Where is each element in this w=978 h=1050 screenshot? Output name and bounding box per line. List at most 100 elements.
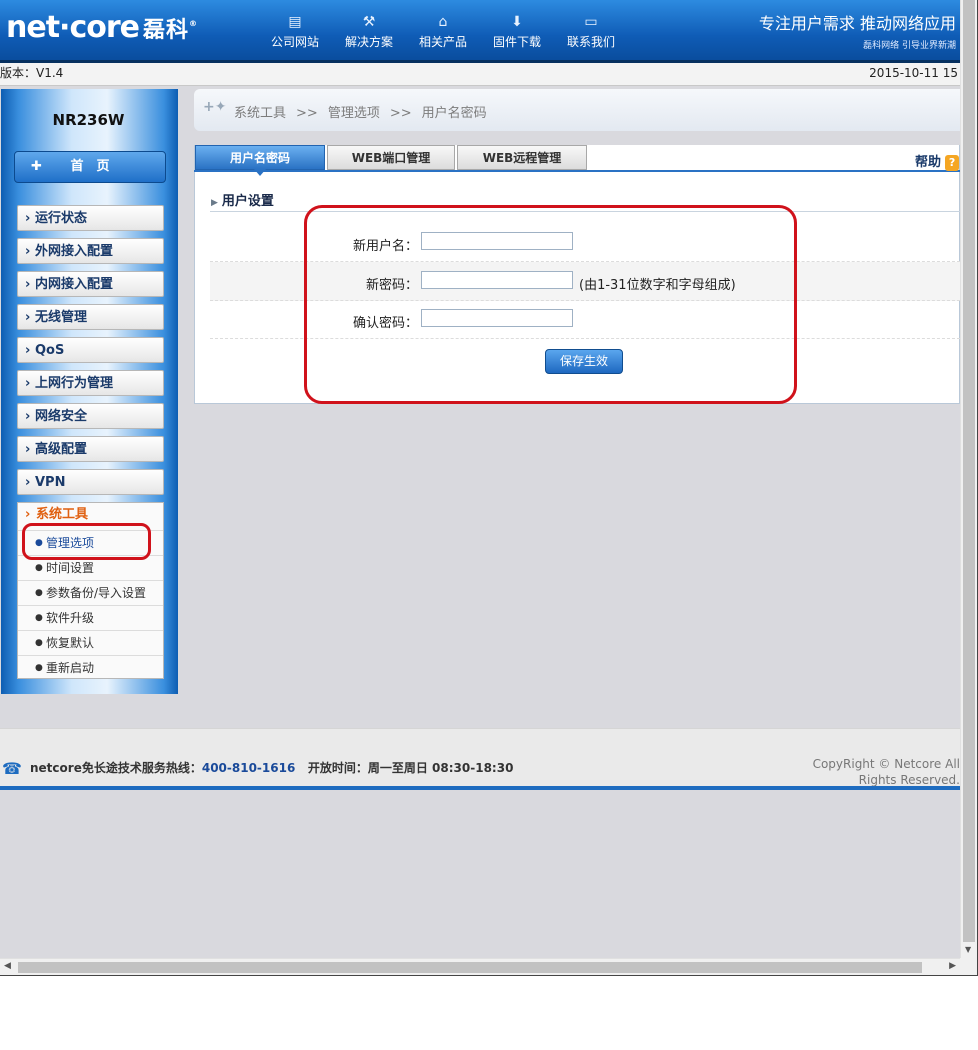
submenu-label: 时间设置 — [46, 561, 95, 575]
slogan-text: 专注用户需求 推动网络应用 — [758, 14, 956, 33]
submenu-label: 管理选项 — [46, 536, 95, 550]
nav-company-site[interactable]: ▤ 公司网站 — [258, 14, 332, 50]
sparkle-icon: +✦ — [203, 99, 227, 115]
bullet-icon: ● — [35, 638, 43, 648]
menu-advanced[interactable]: › 高级配置 — [17, 436, 164, 462]
form-row-confirm: 确认密码： — [210, 300, 960, 339]
chevron-right-icon: › — [25, 244, 31, 259]
chat-icon: ▭ — [584, 14, 598, 30]
help-link[interactable]: 帮助? — [915, 151, 960, 171]
save-button[interactable]: 保存生效 — [545, 349, 623, 374]
breadcrumb-trail: 系统工具 >> 管理选项 >> 用户名密码 — [234, 102, 497, 121]
chevron-right-icon: › — [25, 507, 31, 522]
bullet-icon: ● — [35, 613, 43, 623]
nav-label: 解决方案 — [344, 35, 393, 49]
chevron-right-icon: › — [25, 376, 31, 391]
menu-label: QoS — [35, 343, 65, 358]
bullet-icon: ● — [35, 588, 43, 598]
menu-qos[interactable]: › QoS — [17, 337, 164, 363]
breadcrumb-system-tools[interactable]: 系统工具 — [234, 106, 286, 121]
bullet-icon: ● — [35, 538, 43, 548]
nav-contact-us[interactable]: ▭ 联系我们 — [554, 14, 628, 50]
router-icon: ⌂ — [438, 14, 448, 30]
tools-icon: ⚒ — [362, 14, 376, 30]
nav-products[interactable]: ⌂ 相关产品 — [406, 14, 480, 50]
service-hours: 开放时间：周一至周日 08:30-18:30 — [307, 761, 514, 775]
menu-label: 无线管理 — [35, 310, 88, 325]
menu-label: 网络安全 — [35, 409, 88, 424]
scroll-down-arrow-icon[interactable]: ▼ — [965, 945, 971, 954]
menu-lan-config[interactable]: › 内网接入配置 — [17, 271, 164, 297]
vertical-scrollbar[interactable]: ▼ — [960, 0, 978, 958]
submenu-manage-options[interactable]: ● 管理选项 — [18, 530, 163, 554]
horizontal-scrollbar[interactable]: ◀ ▶ — [0, 958, 960, 976]
chevron-right-icon: › — [25, 277, 31, 292]
tab-username-password[interactable]: 用户名密码 — [195, 145, 325, 176]
menu-system-tools-header[interactable]: › 系统工具 — [18, 503, 163, 527]
new-username-input[interactable] — [421, 232, 573, 250]
chevron-right-icon: › — [25, 343, 31, 358]
scroll-right-arrow-icon[interactable]: ▶ — [949, 961, 956, 971]
vertical-scroll-thumb[interactable] — [963, 0, 975, 942]
scroll-left-arrow-icon[interactable]: ◀ — [4, 961, 11, 971]
nav-label: 固件下载 — [492, 35, 541, 49]
new-password-input[interactable] — [421, 271, 573, 289]
section-label: 用户设置 — [221, 194, 274, 209]
tab-underline — [194, 170, 960, 172]
confirm-password-input[interactable] — [421, 309, 573, 327]
submenu-backup-import[interactable]: ● 参数备份/导入设置 — [18, 580, 163, 604]
submenu-label: 重新启动 — [46, 661, 95, 675]
menu-label: 外网接入配置 — [35, 244, 114, 259]
breadcrumb-manage-options[interactable]: 管理选项 — [328, 106, 380, 121]
menu-run-status[interactable]: › 运行状态 — [17, 205, 164, 231]
breadcrumb-separator: >> — [389, 106, 412, 121]
section-divider — [210, 211, 960, 212]
chevron-right-icon: › — [25, 409, 31, 424]
help-label: 帮助 — [915, 155, 942, 170]
home-label: 首 页 — [70, 159, 110, 174]
menu-wan-config[interactable]: › 外网接入配置 — [17, 238, 164, 264]
submenu-firmware-upgrade[interactable]: ● 软件升级 — [18, 605, 163, 629]
tab-web-remote[interactable]: WEB远程管理 — [457, 145, 587, 170]
menu-vpn[interactable]: › VPN — [17, 469, 164, 495]
help-question-icon: ? — [945, 155, 960, 171]
breadcrumb: +✦ 系统工具 >> 管理选项 >> 用户名密码 — [194, 89, 960, 131]
submenu-reboot[interactable]: ● 重新启动 — [18, 655, 163, 679]
slogan: 专注用户需求 推动网络应用 磊科网络 引导业界新潮 — [759, 10, 956, 51]
top-nav: ▤ 公司网站 ⚒ 解决方案 ⌂ 相关产品 ⬇ 固件下载 ▭ 联系我们 — [258, 14, 628, 50]
submenu-time-settings[interactable]: ● 时间设置 — [18, 555, 163, 579]
new-username-label: 新用户名： — [352, 239, 418, 254]
form-row-password: 新密码： (由1-31位数字和字母组成) — [210, 262, 960, 301]
tab-web-port[interactable]: WEB端口管理 — [327, 145, 455, 170]
password-hint: (由1-31位数字和字母组成) — [579, 278, 736, 293]
website-icon: ▤ — [288, 14, 302, 30]
menu-wireless[interactable]: › 无线管理 — [17, 304, 164, 330]
section-title: ▶ 用户设置 — [211, 190, 274, 209]
bullet-icon: ● — [35, 563, 43, 573]
submenu-factory-reset[interactable]: ● 恢复默认 — [18, 630, 163, 654]
device-model: NR236W — [52, 111, 125, 129]
nav-firmware-download[interactable]: ⬇ 固件下载 — [480, 14, 554, 50]
chevron-right-icon: › — [25, 310, 31, 325]
netcore-logo[interactable]: net·core 磊科® — [6, 10, 197, 45]
breadcrumb-current: 用户名密码 — [421, 106, 487, 121]
footer: ☎ netcore免长途技术服务热线：400-810-1616 开放时间：周一至… — [0, 728, 960, 787]
menu-label: 系统工具 — [36, 507, 89, 522]
sidebar: NR236W ✚ 首 页 › 运行状态 › 外网接入配置 › 内网接入配置 › 无线管理 … — [1, 89, 178, 694]
scrollbar-corner — [960, 958, 977, 975]
chevron-right-icon: › — [25, 211, 31, 226]
menu-security[interactable]: › 网络安全 — [17, 403, 164, 429]
nav-solutions[interactable]: ⚒ 解决方案 — [332, 14, 406, 50]
confirm-password-label: 确认密码： — [352, 316, 418, 331]
menu-behavior[interactable]: › 上网行为管理 — [17, 370, 164, 396]
horizontal-scroll-thumb[interactable] — [18, 962, 922, 973]
system-datetime: 2015-10-11 15 — [869, 66, 958, 80]
menu-label: 运行状态 — [35, 211, 88, 226]
copyright: CopyRight © Netcore All Rights Reserved. — [812, 757, 960, 787]
home-button[interactable]: ✚ 首 页 — [14, 151, 166, 183]
submenu-label: 参数备份/导入设置 — [46, 586, 147, 600]
breadcrumb-separator: >> — [296, 106, 318, 121]
window-border-bottom — [0, 975, 978, 976]
menu-label: 上网行为管理 — [35, 376, 114, 391]
nav-label: 相关产品 — [418, 35, 467, 49]
